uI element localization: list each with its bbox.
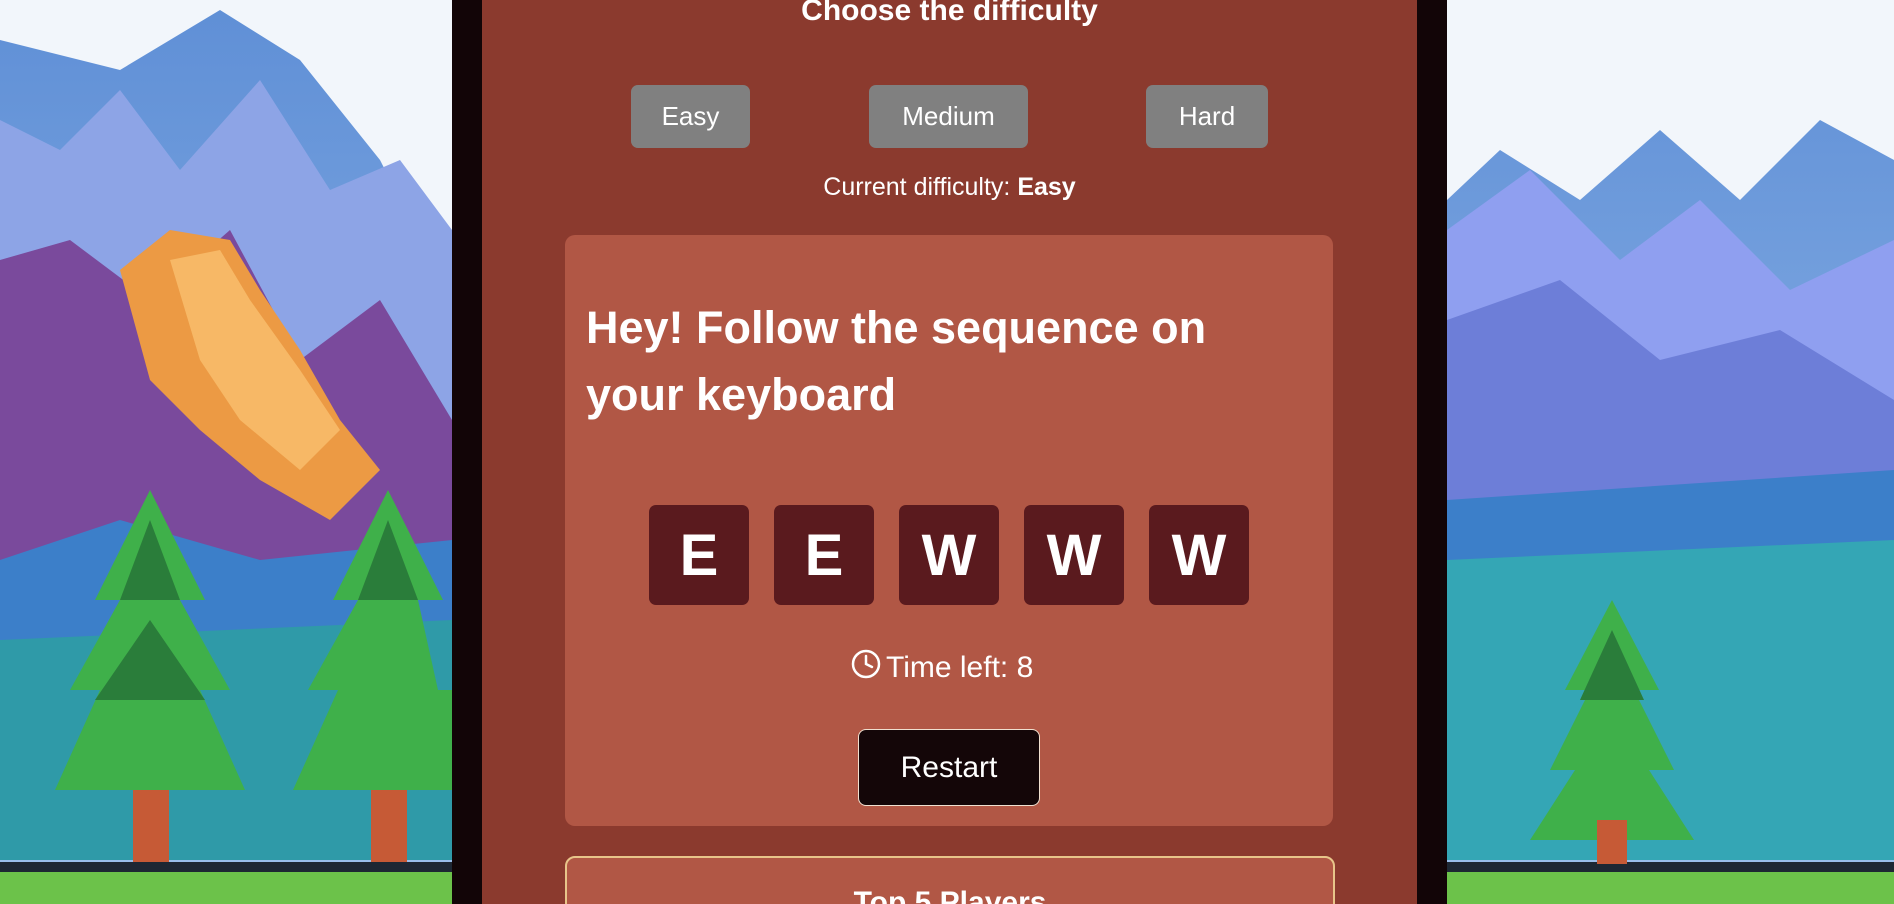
- timer-text: Time left: 8: [886, 651, 1034, 684]
- sequence-key: W: [899, 505, 999, 605]
- hard-button[interactable]: Hard: [1146, 85, 1268, 148]
- easy-button[interactable]: Easy: [631, 85, 750, 148]
- sequence-key: E: [774, 505, 874, 605]
- leaderboard-title: Top 5 Players: [853, 886, 1047, 904]
- current-difficulty-label: Current difficulty:: [823, 173, 1018, 201]
- difficulty-heading: Choose the difficulty: [801, 0, 1098, 27]
- sequence-key: W: [1024, 505, 1124, 605]
- clock-icon: [850, 648, 882, 688]
- timer: Time left: 8: [850, 648, 1033, 688]
- sequence-key: W: [1149, 505, 1249, 605]
- medium-button[interactable]: Medium: [869, 85, 1028, 148]
- restart-button[interactable]: Restart: [858, 729, 1040, 806]
- current-difficulty-value: Easy: [1017, 173, 1076, 201]
- sequence-key: E: [649, 505, 749, 605]
- current-difficulty: Current difficulty: Easy: [482, 173, 1417, 202]
- game-prompt: Hey! Follow the sequence on your keyboar…: [586, 302, 1207, 420]
